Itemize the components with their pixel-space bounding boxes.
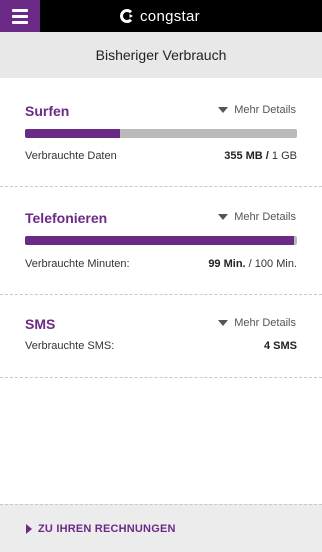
more-details-label: Mehr Details bbox=[234, 211, 296, 223]
section-surfen: Surfen Mehr Details Verbrauchte Daten 35… bbox=[0, 78, 322, 187]
hamburger-icon-line bbox=[12, 14, 28, 18]
triangle-down-icon bbox=[218, 214, 229, 220]
invoices-link[interactable]: ZU IHREN RECHNUNGEN bbox=[0, 504, 322, 552]
usage-progress-fill bbox=[25, 129, 121, 138]
more-details-button[interactable]: Mehr Details bbox=[218, 211, 296, 223]
menu-button[interactable] bbox=[0, 0, 40, 32]
section-title: Surfen bbox=[25, 103, 70, 119]
usage-separator: / bbox=[248, 258, 252, 270]
usage-limit: 100 Min. bbox=[254, 258, 297, 270]
usage-progress-fill bbox=[25, 236, 295, 245]
brand-logo: congstar bbox=[120, 0, 200, 32]
more-details-label: Mehr Details bbox=[234, 317, 296, 329]
usage-limit: 1 GB bbox=[271, 150, 297, 162]
page-header: Bisheriger Verbrauch bbox=[0, 32, 322, 78]
usage-label: Verbrauchte Minuten: bbox=[25, 258, 130, 270]
hamburger-icon-line bbox=[12, 20, 28, 24]
usage-progress-bar bbox=[25, 129, 297, 138]
triangle-down-icon bbox=[218, 320, 229, 326]
usage-value: 4 SMS bbox=[264, 340, 297, 352]
usage-value: 355 MB / 1 GB bbox=[224, 150, 297, 162]
section-title: SMS bbox=[25, 316, 56, 332]
triangle-right-icon bbox=[26, 523, 32, 534]
top-bar: congstar bbox=[0, 0, 322, 32]
congstar-logo-icon bbox=[120, 9, 133, 23]
usage-used: 99 Min. bbox=[208, 258, 246, 270]
hamburger-icon bbox=[12, 8, 28, 12]
usage-label: Verbrauchte Daten bbox=[25, 150, 117, 162]
section-telefonieren: Telefonieren Mehr Details Verbrauchte Mi… bbox=[0, 187, 322, 295]
brand-name: congstar bbox=[140, 7, 200, 25]
usage-progress-bar bbox=[25, 236, 297, 245]
section-title: Telefonieren bbox=[25, 210, 108, 226]
usage-separator: / bbox=[265, 150, 269, 162]
usage-label: Verbrauchte SMS: bbox=[25, 340, 115, 352]
page-title: Bisheriger Verbrauch bbox=[95, 47, 227, 63]
more-details-button[interactable]: Mehr Details bbox=[218, 317, 296, 329]
invoices-link-label: ZU IHREN RECHNUNGEN bbox=[38, 522, 176, 535]
more-details-button[interactable]: Mehr Details bbox=[218, 104, 296, 116]
section-sms: SMS Mehr Details Verbrauchte SMS: 4 SMS bbox=[0, 295, 322, 378]
usage-value: 99 Min. / 100 Min. bbox=[208, 258, 297, 270]
more-details-label: Mehr Details bbox=[234, 104, 296, 116]
usage-used: 355 MB bbox=[224, 150, 263, 162]
triangle-down-icon bbox=[218, 107, 229, 113]
usage-used: 4 SMS bbox=[263, 340, 297, 352]
